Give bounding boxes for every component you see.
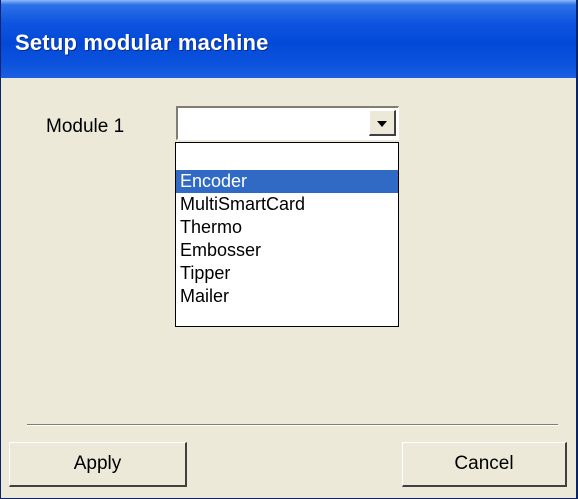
list-item-encoder[interactable]: Encoder bbox=[176, 170, 398, 193]
dropdown-list[interactable]: Encoder MultiSmartCard Thermo Embosser T… bbox=[175, 142, 399, 327]
list-item-empty[interactable] bbox=[176, 143, 398, 170]
module-1-label: Module 1 bbox=[46, 116, 125, 137]
dropdown-button[interactable] bbox=[369, 110, 396, 136]
module-1-combobox[interactable] bbox=[176, 106, 399, 140]
apply-button[interactable]: Apply bbox=[9, 442, 187, 487]
list-item-multismartcard[interactable]: MultiSmartCard bbox=[176, 193, 398, 216]
dialog-window: Setup modular machine Module 1 Encoder M… bbox=[0, 0, 578, 499]
chevron-down-icon bbox=[377, 120, 387, 127]
separator-line bbox=[27, 424, 558, 426]
list-item-tipper[interactable]: Tipper bbox=[176, 262, 398, 285]
list-item-mailer[interactable]: Mailer bbox=[176, 285, 398, 308]
window-title: Setup modular machine bbox=[15, 30, 269, 55]
list-item-thermo[interactable]: Thermo bbox=[176, 216, 398, 239]
list-item-embosser[interactable]: Embosser bbox=[176, 239, 398, 262]
title-bar-shine bbox=[1, 0, 576, 4]
cancel-button[interactable]: Cancel bbox=[402, 442, 567, 487]
title-bar[interactable]: Setup modular machine bbox=[1, 0, 576, 78]
